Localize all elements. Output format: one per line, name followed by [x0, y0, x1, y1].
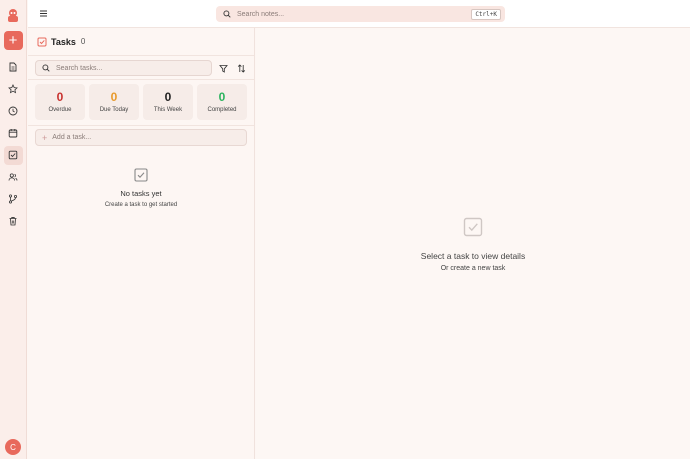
user-avatar[interactable]: C — [5, 439, 21, 455]
add-task-input[interactable]: + Add a task... — [35, 129, 247, 146]
search-placeholder: Search notes... — [237, 10, 285, 18]
add-task-placeholder: Add a task... — [52, 134, 92, 141]
plus-icon: + — [42, 132, 48, 143]
stat-overdue-value: 0 — [56, 90, 64, 104]
clock-icon — [8, 106, 18, 116]
panel-header: Tasks 0 — [28, 28, 254, 56]
star-icon — [8, 84, 18, 94]
sidebar-item-recent[interactable] — [4, 102, 23, 121]
stat-completed-value: 0 — [218, 90, 226, 104]
stat-completed[interactable]: 0 Completed — [197, 84, 247, 120]
hamburger-menu-icon[interactable] — [39, 9, 48, 18]
search-icon — [223, 10, 231, 18]
task-search-placeholder: Search tasks... — [56, 64, 103, 72]
tasks-icon — [37, 37, 47, 46]
task-detail-pane: Select a task to view details Or create … — [256, 28, 690, 459]
global-search[interactable]: Search notes... Ctrl+K — [216, 6, 505, 22]
stat-overdue-label: Overdue — [48, 107, 72, 113]
empty-title: No tasks yet — [120, 189, 162, 198]
checkbox-icon — [134, 168, 148, 182]
app-logo-icon[interactable] — [5, 7, 21, 23]
task-list-empty-state: No tasks yet Create a task to get starte… — [28, 168, 254, 208]
task-stats: 0 Overdue 0 Due Today 0 This Week 0 Comp… — [28, 80, 254, 126]
users-icon — [8, 173, 18, 181]
stat-completed-label: Completed — [207, 107, 237, 113]
sidebar: + C — [0, 0, 27, 459]
sidebar-item-calendar[interactable] — [4, 124, 23, 143]
stat-this-week-label: This Week — [153, 107, 183, 113]
sidebar-item-people[interactable] — [4, 168, 23, 187]
stat-overdue[interactable]: 0 Overdue — [35, 84, 85, 120]
detail-empty-title: Select a task to view details — [420, 251, 526, 261]
empty-subtitle: Create a task to get started — [104, 202, 178, 208]
trash-icon — [9, 216, 17, 226]
stat-this-week[interactable]: 0 This Week — [143, 84, 193, 120]
search-shortcut-badge: Ctrl+K — [471, 8, 501, 20]
filter-icon[interactable] — [219, 64, 228, 73]
task-search-input[interactable]: Search tasks... — [35, 60, 212, 76]
tasks-icon — [8, 150, 18, 160]
branch-icon — [8, 194, 18, 204]
checkbox-icon — [463, 217, 483, 237]
top-bar: Search notes... Ctrl+K — [28, 0, 690, 28]
stat-due-today-value: 0 — [110, 90, 118, 104]
sidebar-item-favorites[interactable] — [4, 80, 23, 99]
file-icon — [9, 62, 17, 72]
stat-due-today-label: Due Today — [99, 107, 129, 113]
sidebar-item-notes[interactable] — [4, 58, 23, 77]
sort-icon[interactable] — [237, 64, 246, 73]
page-title: Tasks — [51, 36, 76, 47]
task-list-panel: Tasks 0 Search tasks... 0 Overdue 0 Due … — [28, 28, 255, 459]
filter-row: Search tasks... — [28, 56, 254, 80]
new-note-button[interactable]: + — [3, 31, 23, 50]
detail-empty-subtitle: Or create a new task — [440, 265, 506, 272]
search-icon — [42, 64, 50, 72]
stat-due-today[interactable]: 0 Due Today — [89, 84, 139, 120]
task-count: 0 — [80, 37, 86, 46]
sidebar-item-graph[interactable] — [4, 190, 23, 209]
detail-empty-state: Select a task to view details Or create … — [256, 217, 690, 272]
sidebar-item-tasks[interactable] — [3, 145, 23, 165]
calendar-icon — [8, 129, 18, 138]
sidebar-item-trash[interactable] — [4, 212, 23, 231]
stat-this-week-value: 0 — [164, 90, 172, 104]
